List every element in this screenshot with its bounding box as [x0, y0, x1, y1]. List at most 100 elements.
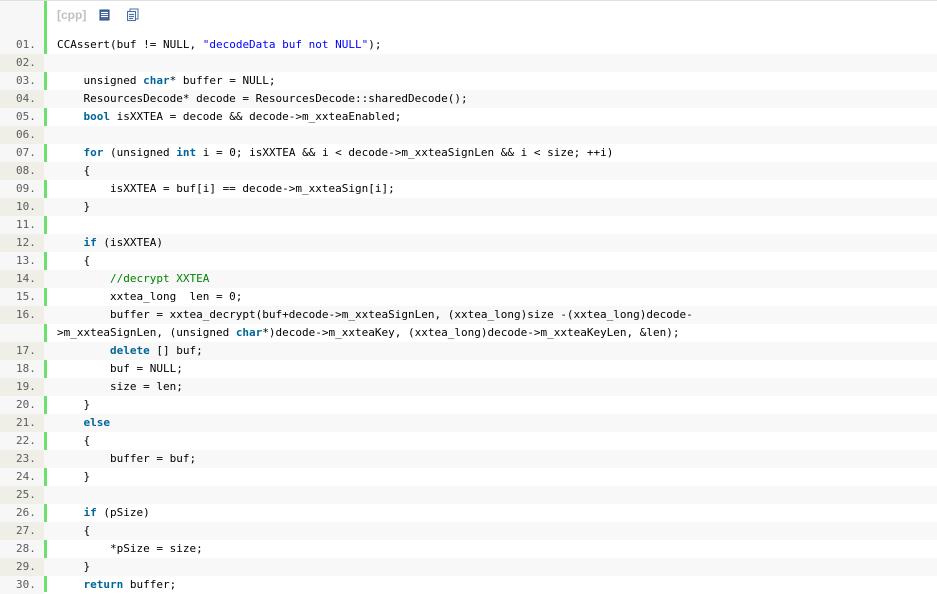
code-token: ResourcesDecode* decode = ResourcesDecod… [57, 92, 468, 105]
code-text: { [57, 252, 937, 270]
line-number: 27. [0, 522, 44, 540]
code-text: size = len; [57, 378, 937, 396]
code-token: buffer; [123, 578, 177, 591]
line-number: 10. [0, 198, 44, 216]
code-text: delete [] buf; [57, 342, 937, 360]
code-line: 15. xxtea_long len = 0; [0, 288, 937, 306]
keyword-token: if [83, 506, 97, 519]
line-number: 02. [0, 54, 44, 72]
keyword-token: char [235, 326, 263, 339]
line-number: 30. [0, 576, 44, 594]
code-text: if (isXXTEA) [57, 234, 937, 252]
code-text: CCAssert(buf != NULL, "decodeData buf no… [57, 36, 937, 54]
keyword-token: delete [109, 344, 150, 357]
code-line: 11. [0, 216, 937, 234]
view-source-icon[interactable] [98, 8, 112, 22]
keyword-token: return [83, 578, 124, 591]
code-text: isXXTEA = buf[i] == decode->m_xxteaSign[… [57, 180, 937, 198]
line-number: 24. [0, 468, 44, 486]
code-line: 24. } [0, 468, 937, 486]
copy-icon[interactable] [126, 8, 140, 22]
code-line: 12. if (isXXTEA) [0, 234, 937, 252]
code-line: 09. isXXTEA = buf[i] == decode->m_xxteaS… [0, 180, 937, 198]
code-line: 23. buffer = buf; [0, 450, 937, 468]
code-text: ResourcesDecode* decode = ResourcesDecod… [57, 90, 937, 108]
string-token: "decodeData buf not NULL" [202, 38, 369, 51]
line-number: 09. [0, 180, 44, 198]
code-text: { [57, 432, 937, 450]
line-number: 05. [0, 108, 44, 126]
code-token: [] buf; [149, 344, 203, 357]
keyword-token: else [83, 416, 111, 429]
code-text: buf = NULL; [57, 360, 937, 378]
code-token: size = len; [57, 380, 183, 393]
code-text: for (unsigned int i = 0; isXXTEA && i < … [57, 144, 937, 162]
code-text: } [57, 396, 937, 414]
code-line: 20. } [0, 396, 937, 414]
code-text: xxtea_long len = 0; [57, 288, 937, 306]
line-number: 08. [0, 162, 44, 180]
line-number: 23. [0, 450, 44, 468]
code-token: isXXTEA = decode && decode->m_xxteaEnabl… [110, 110, 402, 123]
keyword-token: bool [83, 110, 111, 123]
code-line: 10. } [0, 198, 937, 216]
code-text: } [57, 558, 937, 576]
line-number: 12. [0, 234, 44, 252]
keyword-token: int [176, 146, 197, 159]
comment-token: //decrypt XXTEA [109, 272, 210, 285]
code-text: buffer = xxtea_decrypt(buf+decode->m_xxt… [57, 306, 937, 324]
code-token: buffer = buf; [57, 452, 197, 465]
code-lines: 01. CCAssert(buf != NULL, "decodeData buf… [0, 36, 937, 594]
line-number: 01. [0, 36, 44, 54]
line-number: 21. [0, 414, 44, 432]
code-line: 03. unsigned char* buffer = NULL; [0, 72, 937, 90]
code-token: xxtea_long len = 0; [57, 290, 243, 303]
code-token: } [57, 200, 91, 213]
keyword-token: if [83, 236, 97, 249]
code-text: unsigned char* buffer = NULL; [57, 72, 937, 90]
code-token: ); [368, 38, 382, 51]
code-token: * buffer = NULL; [169, 74, 276, 87]
code-line: 19. size = len; [0, 378, 937, 396]
code-token: { [57, 254, 91, 267]
line-number: 28. [0, 540, 44, 558]
code-text: } [57, 198, 937, 216]
code-line-continuation: >m_xxteaSignLen, (unsigned char*)decode-… [0, 324, 937, 342]
code-token: { [57, 434, 91, 447]
code-token: isXXTEA = buf[i] == decode->m_xxteaSign[… [57, 182, 395, 195]
code-line: 26. if (pSize) [0, 504, 937, 522]
line-number: 19. [0, 378, 44, 396]
line-number: 29. [0, 558, 44, 576]
keyword-token: for [83, 146, 104, 159]
line-number: 17. [0, 342, 44, 360]
code-text: else [57, 414, 937, 432]
line-number: 11. [0, 216, 44, 234]
line-number: 22. [0, 432, 44, 450]
code-token: { [57, 524, 91, 537]
code-line: 22. { [0, 432, 937, 450]
code-token: { [57, 164, 91, 177]
code-line: 13. { [0, 252, 937, 270]
keyword-token: char [143, 74, 170, 87]
line-number: 18. [0, 360, 44, 378]
line-number [0, 324, 44, 342]
code-line: 01. CCAssert(buf != NULL, "decodeData buf… [0, 36, 937, 54]
line-number: 20. [0, 396, 44, 414]
code-line: 18. buf = NULL; [0, 360, 937, 378]
line-number: 13. [0, 252, 44, 270]
code-text: { [57, 522, 937, 540]
line-number: 26. [0, 504, 44, 522]
code-block: [cpp] 01. CCAssert(buf != NULL, "decodeDa… [0, 0, 937, 594]
code-text: if (pSize) [57, 504, 937, 522]
code-text: *pSize = size; [57, 540, 937, 558]
code-token: >m_xxteaSignLen, (unsigned [57, 326, 236, 339]
line-number: 03. [0, 72, 44, 90]
code-token: i = 0; isXXTEA && i < decode->m_xxteaSig… [196, 146, 614, 159]
